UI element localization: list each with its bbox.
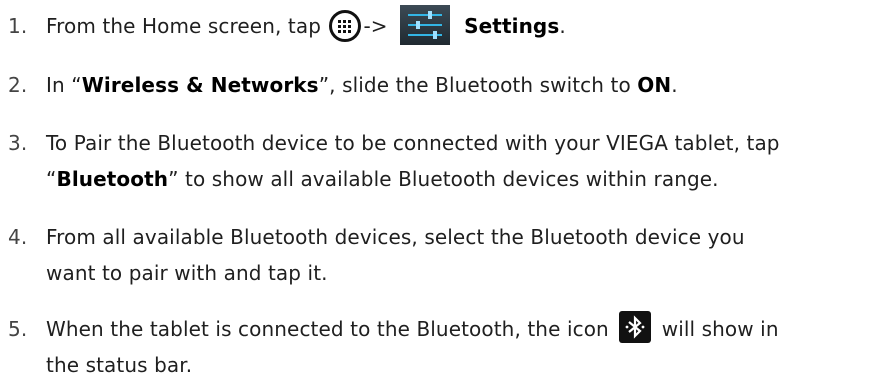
step-text: will show in xyxy=(661,317,779,341)
step-text: ”, slide the Bluetooth switch to xyxy=(318,73,631,97)
step-number: 5. xyxy=(8,317,28,341)
step-text: When the tablet is connected to the Blue… xyxy=(46,317,609,341)
step-text: From all available Bluetooth devices, se… xyxy=(46,225,745,249)
instructions-document: 1. From the Home screen, tap -> Settings… xyxy=(0,0,896,392)
settings-sliders-icon xyxy=(400,4,451,45)
step-text: the status bar. xyxy=(46,353,193,377)
step-text-end: . xyxy=(671,73,678,97)
step-text: ” to show all available Bluetooth device… xyxy=(168,167,719,191)
settings-label: Settings xyxy=(464,14,560,38)
step-number: 2. xyxy=(8,73,28,97)
step-text-end: . xyxy=(559,14,566,38)
step-text: To Pair the Bluetooth device to be conne… xyxy=(46,131,780,155)
bluetooth-icon xyxy=(619,310,652,343)
step-number: 1. xyxy=(8,14,28,38)
quote-open: “ xyxy=(46,167,57,191)
on-label: ON xyxy=(637,73,672,97)
step-text: want to pair with and tap it. xyxy=(46,261,328,285)
step-text: In “ xyxy=(46,73,82,97)
step-text: From the Home screen, tap xyxy=(46,14,321,38)
apps-grid-icon xyxy=(329,9,362,42)
bluetooth-label: Bluetooth xyxy=(56,167,169,191)
step-number: 4. xyxy=(8,225,28,249)
step-number: 3. xyxy=(8,131,28,155)
wireless-networks-label: Wireless & Networks xyxy=(81,73,319,97)
arrow-text: -> xyxy=(363,14,388,38)
